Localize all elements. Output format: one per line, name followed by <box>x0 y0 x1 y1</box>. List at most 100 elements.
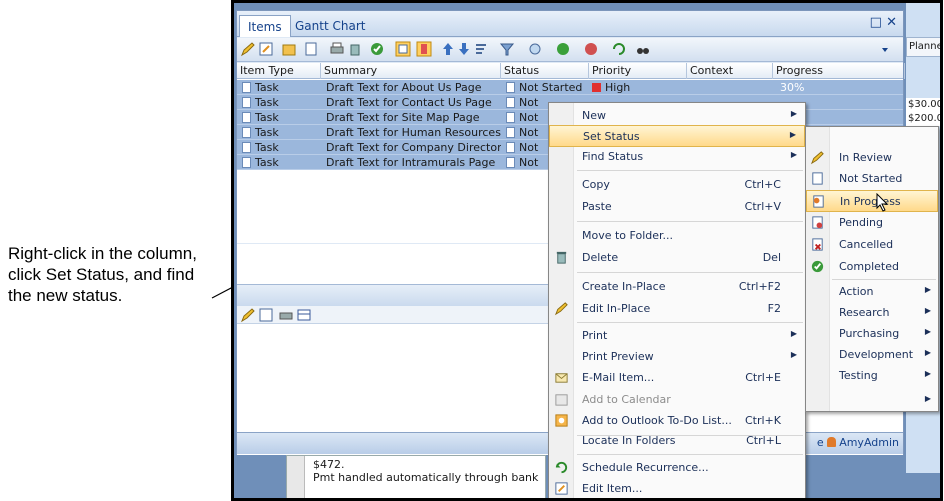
menu-item-edit-item[interactable]: Edit Item... <box>549 478 805 498</box>
folder-icon[interactable] <box>281 41 297 57</box>
item-type-cell: Task <box>239 140 319 155</box>
menu-item-print[interactable]: Print ▶ <box>549 325 805 347</box>
pencil-icon[interactable] <box>240 41 256 57</box>
status-cell[interactable]: Not <box>503 125 551 140</box>
priority-cell[interactable]: High <box>589 80 687 95</box>
not-started-icon <box>506 112 515 123</box>
item-type-cell: Task <box>239 80 319 95</box>
status-cell[interactable]: Not Started <box>503 80 589 95</box>
summary-cell: Draft Text for Intramurals Page <box>326 156 496 169</box>
cancelled-icon <box>812 238 823 251</box>
attachment-icon[interactable] <box>527 41 543 57</box>
item-type-cell: Task <box>239 110 319 125</box>
status-group-action[interactable]: Action ▶ <box>806 281 938 303</box>
summary-cell: Draft Text for Human Resources Page <box>326 126 501 139</box>
pencil-icon <box>554 302 568 316</box>
recycle-bin-icon[interactable] <box>347 41 363 57</box>
status-group-testing[interactable]: Testing ▶ <box>806 365 938 387</box>
menu-item-schedule-recurrence[interactable]: Schedule Recurrence... <box>549 457 805 479</box>
status-cell[interactable]: Not <box>503 155 551 170</box>
filter-icon[interactable] <box>499 41 515 57</box>
pin-icon[interactable]: □ <box>870 15 882 30</box>
menu-item-delete[interactable]: Delete Del <box>549 247 805 269</box>
status-cancelled[interactable]: Cancelled <box>806 234 938 256</box>
edit-item-icon[interactable] <box>258 307 274 323</box>
menu-item-move-to-folder[interactable]: Move to Folder... <box>549 225 805 247</box>
status-group-more[interactable]: ▶ <box>806 390 938 412</box>
status-not-started[interactable]: Not Started <box>806 168 938 190</box>
binoculars-icon[interactable] <box>635 41 651 57</box>
status-group-research[interactable]: Research ▶ <box>806 302 938 324</box>
summary-cell: Draft Text for Company Directory Pa <box>326 141 501 154</box>
close-icon[interactable]: ✕ <box>886 15 897 30</box>
column-header-status[interactable]: Status <box>501 63 589 79</box>
toolbar-overflow-icon[interactable] <box>877 41 893 57</box>
column-header-priority[interactable]: Priority <box>589 63 687 79</box>
pencil-icon[interactable] <box>240 307 256 323</box>
check-icon <box>811 260 824 273</box>
edit-item-icon[interactable] <box>258 41 274 57</box>
menu-item-new[interactable]: New ▶ <box>549 105 805 127</box>
refresh-icon[interactable] <box>611 41 627 57</box>
print-icon[interactable] <box>278 307 294 323</box>
status-group-development[interactable]: Development ▶ <box>806 344 938 366</box>
status-in-progress[interactable]: In Progress <box>806 190 938 212</box>
remove-icon[interactable] <box>583 41 599 57</box>
task-icon <box>242 112 251 123</box>
menu-item-add-to-outlook-todo[interactable]: Add to Outlook To-Do List... Ctrl+K <box>549 410 805 432</box>
tab-items[interactable]: Items <box>239 15 291 37</box>
status-icon[interactable] <box>395 41 411 57</box>
menu-item-copy[interactable]: Copy Ctrl+C <box>549 174 805 196</box>
menu-item-email-item[interactable]: E-Mail Item... Ctrl+E <box>549 367 805 389</box>
user-indicator[interactable]: e AmyAdmin <box>817 436 899 449</box>
new-item-icon[interactable] <box>303 41 319 57</box>
menu-item-create-in-place[interactable]: Create In-Place Ctrl+F2 <box>549 276 805 298</box>
menu-item-add-to-calendar[interactable]: Add to Calendar <box>549 389 805 411</box>
menu-item-print-preview[interactable]: Print Preview ▶ <box>549 346 805 368</box>
pencil-icon <box>810 151 824 165</box>
menu-item-edit-in-place[interactable]: Edit In-Place F2 <box>549 298 805 320</box>
priority-icon[interactable] <box>416 41 432 57</box>
sort-icon[interactable] <box>473 41 489 57</box>
grid-header: Item Type Summary Status Priority Contex… <box>237 63 905 79</box>
status-group-purchasing[interactable]: Purchasing ▶ <box>806 323 938 345</box>
status-completed[interactable]: Completed <box>806 256 938 278</box>
column-header-summary[interactable]: Summary <box>321 63 501 79</box>
progress-cell[interactable]: 30% <box>777 80 837 95</box>
notes-pane: $472. Pmt handled automatically through … <box>286 455 546 498</box>
menu-item-set-status[interactable]: Set Status ▶ <box>549 125 805 147</box>
table-icon[interactable] <box>296 307 312 323</box>
print-icon[interactable] <box>329 41 345 57</box>
tab-gantt-chart[interactable]: Gantt Chart <box>287 15 373 37</box>
task-icon <box>242 82 251 93</box>
menu-item-paste[interactable]: Paste Ctrl+V <box>549 196 805 218</box>
move-up-icon[interactable] <box>440 41 456 57</box>
notes-scrollbar[interactable] <box>287 456 305 498</box>
status-pending[interactable]: Pending <box>806 212 938 234</box>
move-down-icon[interactable] <box>456 41 472 57</box>
notes-text: $472. Pmt handled automatically through … <box>313 458 539 484</box>
status-in-review[interactable]: In Review <box>806 147 938 169</box>
recurrence-icon <box>555 461 568 474</box>
planned-column-header[interactable]: Planne <box>906 37 940 57</box>
status-cell[interactable]: Not <box>503 110 551 125</box>
column-header-context[interactable]: Context <box>687 63 773 79</box>
planned-cell: $30.00 <box>906 98 940 112</box>
mouse-pointer-icon <box>876 193 889 212</box>
column-header-progress[interactable]: Progress <box>773 63 905 79</box>
screenshot-frame: Planne $30.00 $200.0 Items Gantt Chart □… <box>231 0 943 501</box>
pending-icon <box>812 216 823 229</box>
menu-item-locate-in-folders[interactable]: Locate In Folders Ctrl+L <box>549 430 805 452</box>
status-cell[interactable]: Not <box>503 95 551 110</box>
task-icon <box>242 142 251 153</box>
add-green-icon[interactable] <box>555 41 571 57</box>
table-row[interactable]: Task Draft Text for About Us Page Not St… <box>237 80 903 95</box>
not-started-icon <box>506 157 515 168</box>
summary-cell: Draft Text for About Us Page <box>326 81 482 94</box>
calendar-icon <box>555 394 568 406</box>
status-cell[interactable]: Not <box>503 140 551 155</box>
column-header-item-type[interactable]: Item Type <box>237 63 321 79</box>
not-started-icon <box>506 97 515 108</box>
menu-item-find-status[interactable]: Find Status ▶ <box>549 146 805 168</box>
check-icon[interactable] <box>369 41 385 57</box>
